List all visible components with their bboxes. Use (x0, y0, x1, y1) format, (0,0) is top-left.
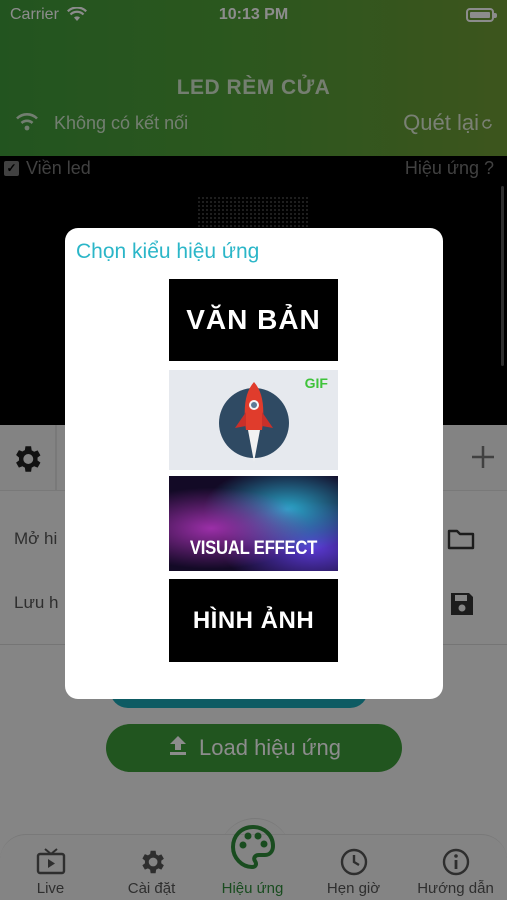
effect-option-visual-label: VISUAL EFFECT (189, 538, 318, 559)
effect-type-dialog: Chọn kiểu hiệu ứng VĂN BẢN GIF VISUAL EF… (65, 228, 443, 699)
effect-option-gif-label: GIF (304, 375, 328, 391)
dialog-title: Chọn kiểu hiệu ứng (76, 240, 260, 263)
effect-option-gif[interactable]: GIF (169, 370, 338, 470)
effect-option-text-label: VĂN BẢN (186, 304, 321, 335)
effect-option-text[interactable]: VĂN BẢN (169, 279, 338, 361)
effect-option-image-label: HÌNH ẢNH (192, 606, 315, 634)
effect-option-visual[interactable]: VISUAL EFFECT (169, 476, 338, 571)
rocket-icon (235, 382, 273, 462)
effect-option-image[interactable]: HÌNH ẢNH (169, 579, 338, 662)
